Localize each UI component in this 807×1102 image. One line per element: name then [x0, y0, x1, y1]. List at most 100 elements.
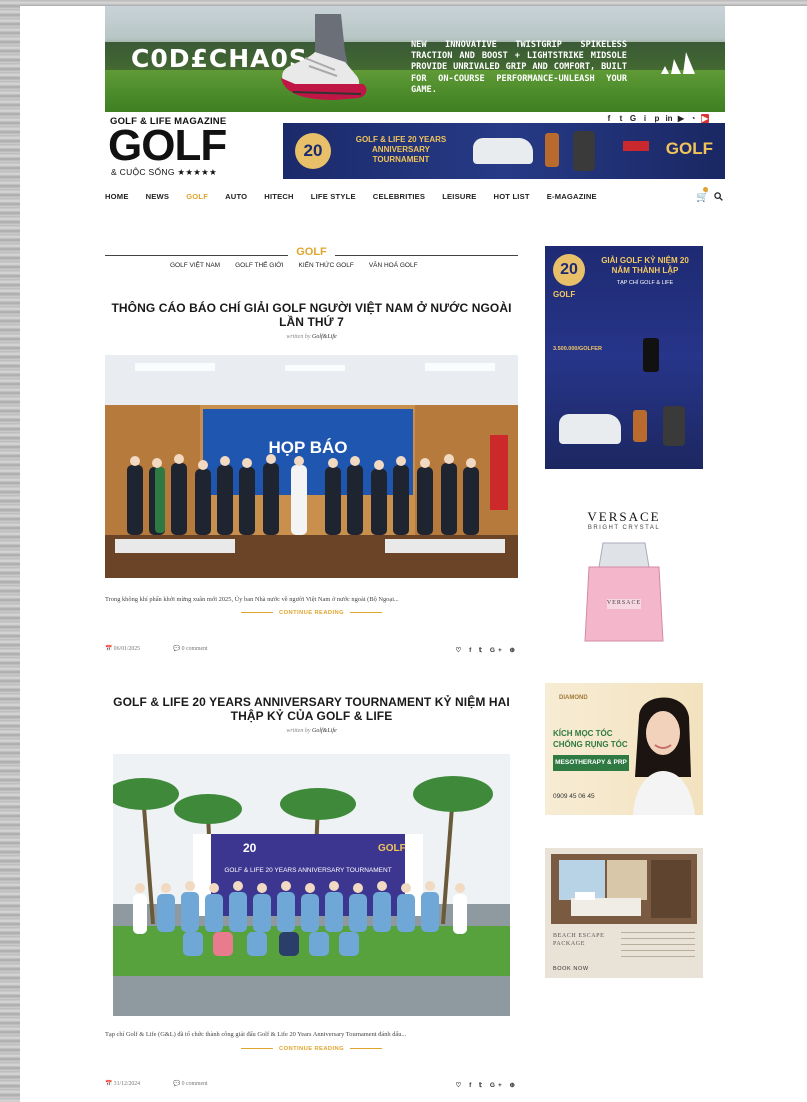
byline-prefix: written by — [286, 728, 311, 734]
search-icon[interactable] — [714, 192, 723, 201]
book-now-button[interactable]: BOOK NOW — [553, 966, 589, 972]
post-meta: 📅 06/01/2025 💬 0 comment ♡ f 𝕥 G+ ⊕ — [105, 646, 518, 656]
subcategory-links: GOLF VIỆT NAM GOLF THẾ GIỚI KIẾN THỨC GO… — [170, 262, 433, 269]
ad-brand: DIAMOND — [559, 695, 588, 701]
woman-portrait-image — [633, 697, 695, 815]
post-title[interactable]: GOLF & LIFE 20 YEARS ANNIVERSARY TOURNAM… — [105, 695, 518, 723]
ad-brand: VERSACE — [587, 509, 661, 524]
ad-subheadline: TẠP CHÍ GOLF & LIFE — [616, 280, 674, 286]
sidebar-ad-versace[interactable]: VERSACE BRIGHT CRYSTAL VERSACE — [545, 501, 703, 651]
bottle-image — [545, 133, 559, 167]
main-nav: HOME NEWS GOLF AUTO HITECH LIFE STYLE CE… — [105, 192, 614, 201]
ad-product-name: BRIGHT CRYSTAL — [587, 525, 661, 531]
nav-news[interactable]: NEWS — [146, 192, 170, 201]
ad-red-label — [623, 141, 649, 151]
sidebar-ad-golf-tournament[interactable]: 20 GOLF GIẢI GOLF KỶ NIỆM 20 NĂM THÀNH L… — [545, 246, 703, 469]
photo-banner-text: GOLF & LIFE 20 YEARS ANNIVERSARY TOURNAM… — [224, 867, 391, 874]
svg-text:20: 20 — [243, 841, 257, 855]
sidebar-ad-beach-escape[interactable]: BEACH ESCAPE PACKAGE BOOK NOW — [545, 848, 703, 978]
post-title[interactable]: THÔNG CÁO BÁO CHÍ GIẢI GOLF NGƯỜI VIỆT N… — [105, 301, 518, 329]
header-ad-banner[interactable]: 20 GOLF & LIFE 20 YEARS ANNIVERSARY TOUR… — [283, 123, 725, 179]
section-rule-left — [105, 255, 288, 256]
nav-leisure[interactable]: LEISURE — [442, 192, 476, 201]
nav-e-magazine[interactable]: E-MAGAZINE — [547, 192, 597, 201]
byline-author[interactable]: Golf&Life — [312, 728, 337, 734]
sidebar-ad-diamond-clinic[interactable]: DIAMOND KÍCH MỌC TÓC CHỐNG RỤNG TÓC MESO… — [545, 683, 703, 815]
youtube-red-icon[interactable]: ▶ — [701, 114, 709, 123]
top-banner-ad[interactable]: C0D£CHA0S NEW INNOVATIVE TWISTGRIP SPIKE… — [105, 6, 725, 112]
nav-hot-list[interactable]: HOT LIST — [494, 192, 530, 201]
nav-home[interactable]: HOME — [105, 192, 129, 201]
nav-auto[interactable]: AUTO — [225, 192, 247, 201]
section-header: GOLF — [105, 246, 518, 260]
cart-badge — [703, 187, 708, 192]
share-icons[interactable]: ♡ f 𝕥 G+ ⊕ — [455, 1081, 518, 1089]
ad-fine-print — [621, 932, 695, 962]
google-plus-icon[interactable]: G — [629, 114, 637, 123]
post-date: 📅 31/12/2024 — [105, 1081, 141, 1087]
continue-reading-link[interactable]: CONTINUE READING — [105, 1046, 518, 1052]
subcat-van-hoa-golf[interactable]: VĂN HOÁ GOLF — [369, 262, 418, 269]
nav-celebrities[interactable]: CELEBRITIES — [373, 192, 425, 201]
svg-text:GOLF: GOLF — [378, 843, 406, 854]
golf-shoe-image — [281, 14, 367, 100]
pinterest-icon[interactable]: p — [653, 114, 661, 123]
post-byline: written by Golf&Life — [105, 728, 518, 734]
ad-line-3: MESOTHERAPY & PRP — [553, 755, 629, 771]
byline-prefix: written by — [286, 334, 311, 340]
subcat-kien-thuc-golf[interactable]: KIẾN THỨC GOLF — [299, 262, 354, 269]
masthead-subtitle: & CUỘC SỐNG ★★★★★ — [111, 167, 218, 177]
subcat-golf-the-gioi[interactable]: GOLF THẾ GIỚI — [235, 262, 283, 269]
golf-bag-image — [643, 338, 659, 372]
section-title: GOLF — [296, 246, 327, 258]
post-image-press-conference[interactable]: HỌP BÁO — [105, 355, 518, 578]
perfume-bottle-image — [584, 542, 664, 642]
ad-golf-logo: GOLF — [665, 139, 713, 158]
twitter-icon[interactable]: t — [617, 114, 625, 123]
ad-phone: 0909 45 06 45 — [553, 793, 595, 800]
continue-reading-link[interactable]: CONTINUE READING — [105, 610, 518, 616]
rss-icon[interactable]: ◔ — [689, 114, 697, 123]
nav-hitech[interactable]: HITECH — [264, 192, 293, 201]
social-icons: f t G i p in ▶ ◔ ▶ — [605, 114, 709, 123]
subcat-golf-viet-nam[interactable]: GOLF VIỆT NAM — [170, 262, 220, 269]
bottle-image — [633, 410, 647, 442]
post-date: 📅 06/01/2025 — [105, 646, 141, 652]
share-icons[interactable]: ♡ f 𝕥 G+ ⊕ — [455, 646, 518, 654]
byline-author[interactable]: Golf&Life — [312, 334, 337, 340]
car-image — [559, 414, 621, 444]
facebook-icon[interactable]: f — [605, 114, 613, 123]
ad-tournament-text: GOLF & LIFE 20 YEARS ANNIVERSARY TOURNAM… — [355, 135, 447, 164]
post-byline: written by Golf&Life — [105, 334, 518, 340]
ad-line-1: KÍCH MỌC TÓC — [553, 729, 613, 738]
youtube-icon[interactable]: ▶ — [677, 114, 685, 123]
photo-banner-text: HỌP BÁO — [268, 438, 347, 457]
post-excerpt: Tạp chí Golf & Life (G&L) đã tổ chức thà… — [105, 1031, 407, 1038]
nav-life-style[interactable]: LIFE STYLE — [311, 192, 356, 201]
ad-20-badge: 20 — [553, 254, 585, 286]
hotel-room-image — [551, 854, 697, 924]
ad-line-2: CHỐNG RỤNG TÓC — [553, 740, 628, 749]
section-rule-right — [335, 255, 518, 256]
car-image — [473, 138, 533, 164]
site-logo[interactable]: GOLF — [108, 124, 227, 168]
post-comments[interactable]: 💬 0 comment — [173, 1081, 208, 1087]
ad-20-badge: 20 — [295, 133, 331, 169]
ad-price: 3.500.000/GOLFER — [553, 346, 602, 352]
ad-golf-logo: GOLF — [553, 290, 576, 299]
adidas-logo-icon — [661, 52, 695, 74]
golf-bag-image — [663, 406, 685, 446]
linkedin-icon[interactable]: in — [665, 114, 673, 123]
golf-bag-image — [573, 131, 595, 171]
ad-headline: GIẢI GOLF KỶ NIỆM 20 NĂM THÀNH LẬP — [601, 256, 689, 275]
instagram-icon[interactable]: i — [641, 114, 649, 123]
post-meta: 📅 31/12/2024 💬 0 comment ♡ f 𝕥 G+ ⊕ — [105, 1081, 518, 1091]
post-excerpt: Trong không khí phấn khởi mừng xuân mới … — [105, 596, 399, 603]
page: C0D£CHA0S NEW INNOVATIVE TWISTGRIP SPIKE… — [20, 6, 807, 1102]
cart-icon[interactable]: 🛒 — [696, 192, 708, 203]
bottle-label: VERSACE — [606, 600, 642, 606]
nav-golf[interactable]: GOLF — [186, 192, 208, 201]
post-comments[interactable]: 💬 0 comment — [173, 646, 208, 652]
ad-title: BEACH ESCAPE PACKAGE — [553, 933, 605, 947]
post-image-tournament[interactable]: GOLF & LIFE 20 YEARS ANNIVERSARY TOURNAM… — [113, 754, 510, 1016]
